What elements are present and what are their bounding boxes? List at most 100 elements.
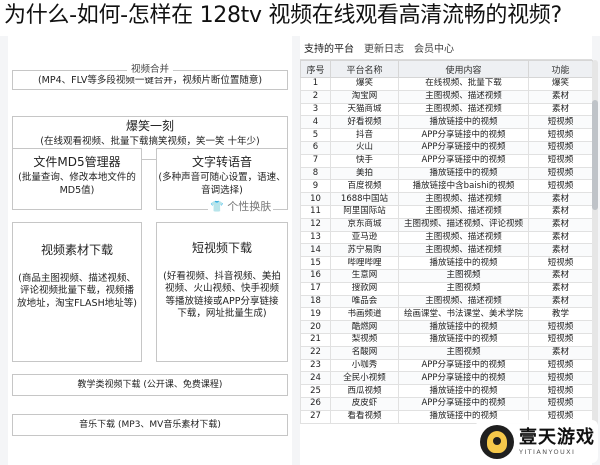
cell-index: 27 — [300, 409, 331, 424]
cell-index: 19 — [300, 307, 331, 322]
video-merge-button[interactable]: 视频合并 (MP4、FLV等多段视频一键合并，视频片断位置随意) — [12, 64, 288, 90]
cell-function: 短视频 — [528, 115, 593, 130]
laugh-moment-title: 爆笑一刻 — [125, 119, 174, 133]
music-download-button[interactable]: 音乐下载 (MP3、MV音乐素材下载) — [12, 414, 288, 436]
cell-function: 素材 — [528, 345, 593, 360]
platform-table: 序号 平台名称 使用内容 功能 1 爆笑 在线视频、批量下载 爆笑 2 淘宝网 主图视频、描… — [300, 60, 593, 424]
cell-function: 素材 — [528, 268, 593, 283]
table-row[interactable]: 16 生意网 主图视频 素材 — [300, 268, 593, 283]
table-row[interactable]: 11 阿里国际站 主图视频、描述视频 素材 — [300, 204, 593, 219]
table-row[interactable]: 9 百度视频 播放链接中含baishi的视频 短视频 — [300, 179, 593, 194]
cell-function: 素材 — [528, 204, 593, 219]
cell-content: APP分享链接中的视频 — [398, 140, 529, 155]
table-row[interactable]: 24 全民小视频 APP分享链接中的视频 短视频 — [300, 371, 593, 386]
md5-manager-title: 文件MD5管理器 — [33, 155, 121, 169]
table-row[interactable]: 12 京东商城 主图视频、描述视频、评论视频 素材 — [300, 217, 593, 232]
column-header-platform[interactable]: 平台名称 — [330, 60, 399, 78]
table-row[interactable]: 7 快手 APP分享链接中的视频 短视频 — [300, 153, 593, 168]
cell-content: 主图视频、描述视频 — [398, 294, 529, 309]
tab-member-center[interactable]: 会员中心 — [414, 40, 454, 55]
cell-function: 素材 — [528, 230, 593, 245]
table-row[interactable]: 10 1688中国站 主图视频、描述视频 素材 — [300, 192, 593, 206]
video-merge-legend: 视频合并 — [126, 64, 174, 77]
cell-platform: 名酸网 — [330, 345, 399, 360]
theme-switch-link[interactable]: 👕 个性换肤 — [208, 198, 274, 214]
cell-content: 主图视频 — [398, 268, 529, 283]
cell-platform: 爆笑 — [330, 77, 399, 91]
table-row[interactable]: 21 梨视频 播放链接中的视频 短视频 — [300, 332, 593, 347]
cell-platform: 哔哩哔哩 — [330, 256, 399, 270]
table-row[interactable]: 15 哔哩哔哩 播放链接中的视频 短视频 — [300, 256, 593, 270]
table-row[interactable]: 6 火山 APP分享链接中的视频 短视频 — [300, 140, 593, 155]
material-download-title: 视频素材下载 — [40, 243, 113, 257]
table-row[interactable]: 25 西瓜视频 播放链接中的视频 短视频 — [300, 384, 593, 398]
table-row[interactable]: 13 亚马逊 主图视频、描述视频 素材 — [300, 230, 593, 245]
tab-supported-platforms[interactable]: 支持的平台 — [304, 40, 354, 55]
cell-content: APP分享链接中的视频 — [398, 358, 529, 373]
edu-video-download-button[interactable]: 教学类视频下载 (公开课、免费课程) — [12, 374, 288, 396]
text-to-speech-title: 文字转语音 — [191, 155, 252, 169]
cell-index: 4 — [300, 115, 331, 130]
cell-platform: 酷燃网 — [330, 320, 399, 334]
short-video-download-button[interactable]: 短视频下载 (好看视频、抖音视频、美拍视频、火山视频、快手视频等播放链接或APP… — [156, 222, 288, 362]
table-row[interactable]: 3 天猫商城 主图视频、描述视频 素材 — [300, 102, 593, 117]
table-row[interactable]: 17 搜款网 主图视频 素材 — [300, 281, 593, 296]
tab-bar: 支持的平台 更新日志 会员中心 — [300, 36, 592, 60]
column-header-index[interactable]: 序号 — [300, 60, 331, 78]
table-row[interactable]: 14 苏宁易购 主图视频、描述视频 素材 — [300, 243, 593, 258]
cell-function: 短视频 — [528, 371, 593, 386]
cell-content: 主图视频 — [398, 281, 529, 296]
cell-function: 短视频 — [528, 332, 593, 347]
table-row[interactable]: 23 小咖秀 APP分享链接中的视频 短视频 — [300, 358, 593, 373]
cell-index: 2 — [300, 89, 331, 104]
cell-platform: 美拍 — [330, 166, 399, 181]
table-scrollbar[interactable] — [592, 60, 598, 440]
app-window: 视频合并 (MP4、FLV等多段视频一键合并，视频片断位置随意) 爆笑一刻 (在… — [0, 36, 600, 465]
table-row[interactable]: 8 美拍 播放链接中的视频 短视频 — [300, 166, 593, 181]
cell-function: 素材 — [528, 192, 593, 206]
cell-content: 播放链接中的视频 — [398, 166, 529, 181]
cell-index: 17 — [300, 281, 331, 296]
cell-platform: 生意网 — [330, 268, 399, 283]
table-row[interactable]: 18 唯品会 主图视频、描述视频 素材 — [300, 294, 593, 309]
table-row[interactable]: 5 抖音 APP分享链接中的视频 短视频 — [300, 128, 593, 142]
cell-index: 14 — [300, 243, 331, 258]
cell-content: 播放链接中的视频 — [398, 115, 529, 130]
cell-platform: 百度视频 — [330, 179, 399, 194]
table-row[interactable]: 26 皮皮虾 APP分享链接中的视频 短视频 — [300, 396, 593, 411]
cell-index: 5 — [300, 128, 331, 142]
watermark-name: 壹天游戏 — [519, 426, 595, 448]
logo-icon — [480, 424, 514, 459]
video-merge-text: (MP4、FLV等多段视频一键合并，视频片断位置随意) — [37, 75, 263, 86]
table-row[interactable]: 4 好看视频 播放链接中的视频 短视频 — [300, 115, 593, 130]
tab-changelog[interactable]: 更新日志 — [364, 40, 404, 55]
column-header-function[interactable]: 功能 — [528, 60, 593, 78]
cell-index: 24 — [300, 371, 331, 386]
table-row[interactable]: 19 书画频道 绘画课堂、书法课堂、美术学院 教学 — [300, 307, 593, 322]
cell-platform: 快手 — [330, 153, 399, 168]
table-row[interactable]: 2 淘宝网 主图视频、描述视频 素材 — [300, 89, 593, 104]
cell-platform: 天猫商城 — [330, 102, 399, 117]
table-header-row: 序号 平台名称 使用内容 功能 — [300, 60, 593, 78]
md5-manager-button[interactable]: 文件MD5管理器 (批量查询、修改本地文件的MD5值) — [12, 148, 142, 210]
cell-platform: 梨视频 — [330, 332, 399, 347]
table-row[interactable]: 1 爆笑 在线视频、批量下载 爆笑 — [300, 77, 593, 91]
cell-index: 15 — [300, 256, 331, 270]
shirt-icon: 👕 — [210, 200, 224, 213]
site-watermark: 壹天游戏 YITIANYOUXI — [476, 420, 598, 463]
material-download-button[interactable]: 视频素材下载 (商品主图视频、描述视频、评论视频批量下载，视频播放地址，淘宝FL… — [12, 222, 142, 362]
cell-content: APP分享链接中的视频 — [398, 396, 529, 411]
cell-function: 素材 — [528, 294, 593, 309]
cell-function: 短视频 — [528, 166, 593, 181]
cell-content: 主图视频、描述视频、评论视频 — [398, 217, 529, 232]
column-header-content[interactable]: 使用内容 — [398, 60, 529, 78]
cell-platform: 搜款网 — [330, 281, 399, 296]
cell-function: 素材 — [528, 102, 593, 117]
cell-index: 12 — [300, 217, 331, 232]
cell-index: 22 — [300, 345, 331, 360]
cell-platform: 抖音 — [330, 128, 399, 142]
cell-content: 播放链接中含baishi的视频 — [398, 179, 529, 194]
table-row[interactable]: 20 酷燃网 播放链接中的视频 短视频 — [300, 320, 593, 334]
table-row[interactable]: 22 名酸网 主图视频 素材 — [300, 345, 593, 360]
cell-content: 播放链接中的视频 — [398, 320, 529, 334]
